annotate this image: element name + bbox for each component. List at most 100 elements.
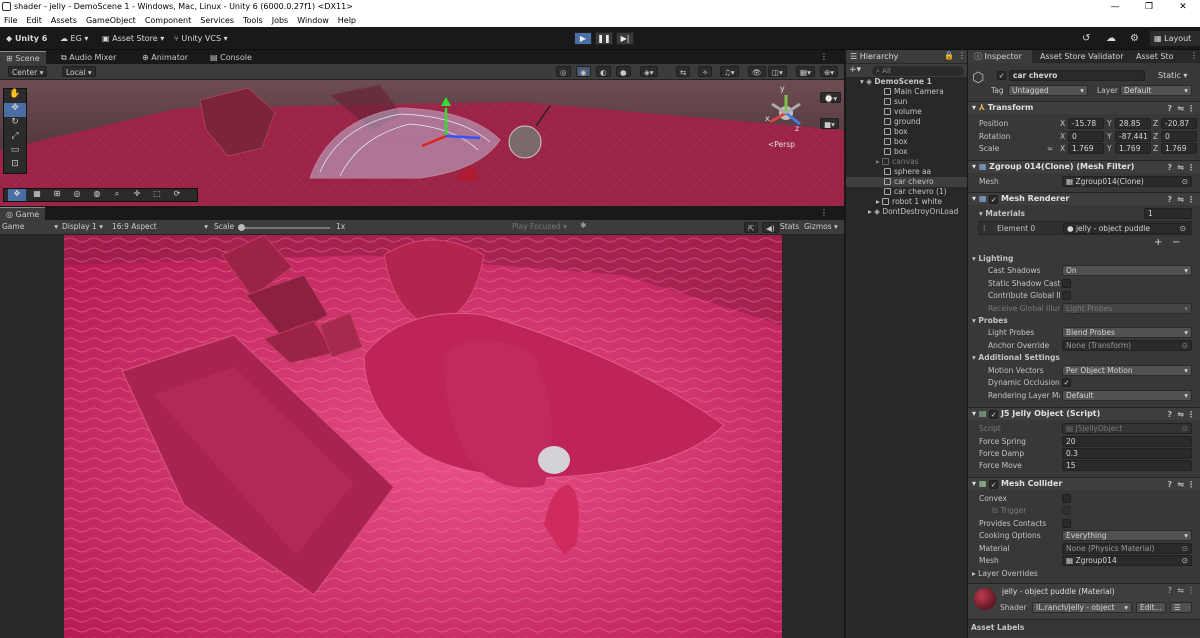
- asset-store-dropdown[interactable]: ▣ Asset Store ▾: [102, 31, 164, 46]
- overlay-move-icon[interactable]: ✥: [8, 189, 26, 201]
- jelly-script-header[interactable]: ▾ ▤ ✓ J5 Jelly Object (Script) ? ⇋ ⋮: [968, 407, 1200, 420]
- help-icon[interactable]: ?: [1167, 103, 1172, 115]
- shader-list-button[interactable]: ☰: [1170, 602, 1192, 613]
- rendering-layer-dropdown[interactable]: Default ▾: [1062, 390, 1192, 401]
- force-damp-field[interactable]: 0.3: [1062, 448, 1192, 459]
- tab-asset-store[interactable]: Asset Sto: [1136, 52, 1174, 61]
- mesh-collider-enabled-checkbox[interactable]: ✓: [989, 480, 999, 489]
- grid-toggle-icon[interactable]: ▦▾: [796, 66, 815, 77]
- hierarchy-item-box[interactable]: box: [846, 147, 967, 157]
- menu-window[interactable]: Window: [297, 16, 329, 25]
- history-icon[interactable]: ↺: [1082, 31, 1090, 46]
- menu-help[interactable]: Help: [338, 16, 356, 25]
- rect-tool-icon[interactable]: ▭: [4, 145, 26, 159]
- overlay-orbit-icon[interactable]: ⟳: [168, 189, 186, 201]
- panel-options-icon[interactable]: ⋮: [820, 52, 828, 61]
- preset-icon[interactable]: ⇋: [1177, 162, 1184, 174]
- hierarchy-item-car-chevro-1[interactable]: car chevro (1): [846, 187, 967, 197]
- help-icon[interactable]: ?: [1167, 194, 1172, 206]
- anchor-override-field[interactable]: None (Transform) ⊙: [1062, 340, 1192, 351]
- shading-shaded-icon[interactable]: ◉: [576, 66, 591, 77]
- drag-handle-icon[interactable]: ⁝: [983, 223, 985, 234]
- hierarchy-item-sun[interactable]: sun: [846, 97, 967, 107]
- menu-gameobject[interactable]: GameObject: [86, 16, 136, 25]
- object-picker-icon[interactable]: ⊙: [1182, 556, 1188, 565]
- mesh-collider-header[interactable]: ▾ ▦ ✓ Mesh Collider ? ⇋ ⋮: [968, 477, 1200, 490]
- tab-animator[interactable]: ⊕ Animator: [136, 51, 194, 64]
- draw-mode-icon[interactable]: ◈▾: [640, 66, 658, 77]
- object-picker-icon[interactable]: ⊙: [1182, 177, 1188, 186]
- inspector-menu-icon[interactable]: ⋮: [1190, 51, 1198, 60]
- mesh-renderer-enabled-checkbox[interactable]: ✓: [989, 195, 999, 204]
- additional-settings-foldout[interactable]: ▾ Additional Settings: [972, 352, 1060, 363]
- scene-viewport[interactable]: y x z <Persp ✋ ✥ ↻ ⤢ ▭ ⊡ ✥ ▦ ⊞ ◎ ◍ ⌕ ✛ ⬚…: [0, 80, 844, 206]
- force-move-field[interactable]: 15: [1062, 460, 1192, 471]
- rotation-y-field[interactable]: -87.441: [1115, 131, 1151, 142]
- cooking-options-dropdown[interactable]: Everything ▾: [1062, 530, 1192, 541]
- hierarchy-item-dontdestroy[interactable]: ▸ ◈ DontDestroyOnLoad: [846, 207, 967, 217]
- help-icon[interactable]: ?: [1167, 409, 1172, 421]
- menu-edit[interactable]: Edit: [26, 16, 42, 25]
- account-dropdown[interactable]: ☁ EG ▾: [60, 31, 88, 46]
- minimize-button[interactable]: —: [1098, 0, 1132, 14]
- tab-scene[interactable]: ⊞ Scene: [0, 51, 46, 64]
- audio-mute-icon[interactable]: ◀): [762, 222, 779, 233]
- position-y-field[interactable]: 28.85: [1115, 118, 1151, 129]
- materials-count-field[interactable]: 1: [1144, 208, 1192, 219]
- create-plus-icon[interactable]: +▾: [849, 65, 861, 75]
- hand-tool-icon[interactable]: ✋: [4, 89, 26, 103]
- mesh-renderer-header[interactable]: ▾ ▦ ✓ Mesh Renderer ? ⇋ ⋮: [968, 192, 1200, 205]
- preset-icon[interactable]: ⇋: [1177, 586, 1184, 595]
- scale-slider[interactable]: [238, 227, 330, 229]
- tag-dropdown[interactable]: Untagged ▾: [1008, 85, 1088, 96]
- hierarchy-item-main-camera[interactable]: Main Camera: [846, 87, 967, 97]
- component-menu-icon[interactable]: ⋮: [1187, 586, 1195, 595]
- component-menu-icon[interactable]: ⋮: [1187, 162, 1195, 174]
- motion-vectors-dropdown[interactable]: Per Object Motion ▾: [1062, 365, 1192, 376]
- pivot-mode-dropdown[interactable]: Center ▾: [8, 66, 48, 77]
- position-x-field[interactable]: -15.78: [1068, 118, 1104, 129]
- light-probes-dropdown[interactable]: Blend Probes ▾: [1062, 327, 1192, 338]
- component-menu-icon[interactable]: ⋮: [1187, 479, 1195, 491]
- shading-mixed-icon[interactable]: ◐: [596, 66, 611, 77]
- gizmos-toggle-icon[interactable]: ⊕▾: [820, 66, 839, 77]
- component-menu-icon[interactable]: ⋮: [1187, 103, 1195, 115]
- scale-x-field[interactable]: 1.769: [1068, 143, 1104, 154]
- menu-assets[interactable]: Assets: [51, 16, 77, 25]
- provides-contacts-checkbox[interactable]: [1062, 519, 1071, 528]
- camera-settings-icon[interactable]: ⌚▾: [820, 92, 842, 103]
- game-mode-dropdown[interactable]: Game ▾: [2, 222, 58, 231]
- settings-gear-icon[interactable]: ⚙: [1130, 31, 1139, 46]
- preset-icon[interactable]: ⇋: [1177, 409, 1184, 421]
- preset-icon[interactable]: ⇋: [1177, 194, 1184, 206]
- dynamic-occlusion-checkbox[interactable]: ✓: [1062, 378, 1071, 387]
- object-picker-icon[interactable]: ⊙: [1182, 544, 1188, 553]
- display-dropdown[interactable]: Display 1 ▾: [62, 222, 110, 231]
- convex-checkbox[interactable]: [1062, 494, 1071, 503]
- active-checkbox[interactable]: ✓: [997, 71, 1006, 80]
- play-focused-dropdown[interactable]: Play Focused ▾: [512, 222, 567, 231]
- hierarchy-item-canvas[interactable]: ▸ canvas: [846, 157, 967, 167]
- play-button[interactable]: ▶: [574, 32, 592, 45]
- cloud-services-icon[interactable]: ☁: [1106, 31, 1116, 46]
- game-options-icon[interactable]: ⋮: [820, 208, 828, 217]
- tab-asset-store-validator[interactable]: Asset Store Validator: [1040, 52, 1124, 61]
- tab-audio-mixer[interactable]: ⧉ Audio Mixer: [55, 51, 122, 64]
- lighting-foldout[interactable]: ▾ Lighting: [972, 253, 1013, 264]
- add-element-button[interactable]: +: [1154, 237, 1162, 248]
- shading-wireframe-icon[interactable]: ◎: [556, 66, 571, 77]
- force-spring-field[interactable]: 20: [1062, 436, 1192, 447]
- tab-hierarchy[interactable]: ☰ Hierarchy: [850, 52, 898, 61]
- component-menu-icon[interactable]: ⋮: [1187, 409, 1195, 421]
- overlay-snap-icon[interactable]: ▦: [28, 189, 46, 201]
- materials-label[interactable]: ▾ Materials: [979, 208, 1025, 219]
- jelly-script-enabled-checkbox[interactable]: ✓: [989, 410, 999, 419]
- layer-overrides-foldout[interactable]: ▸ Layer Overrides: [972, 568, 1038, 579]
- overlay-grid-icon[interactable]: ⊞: [48, 189, 66, 201]
- collider-mesh-field[interactable]: ▦ Zgroup014 ⊙: [1062, 555, 1192, 566]
- cast-shadows-dropdown[interactable]: On ▾: [1062, 265, 1192, 276]
- bug-icon[interactable]: ✱: [580, 221, 587, 230]
- shader-dropdown[interactable]: IL.ranch/jelly - object ▾: [1032, 602, 1132, 613]
- scene-camera-icon[interactable]: ■▾: [820, 118, 839, 129]
- step-button[interactable]: ▶|: [616, 32, 634, 45]
